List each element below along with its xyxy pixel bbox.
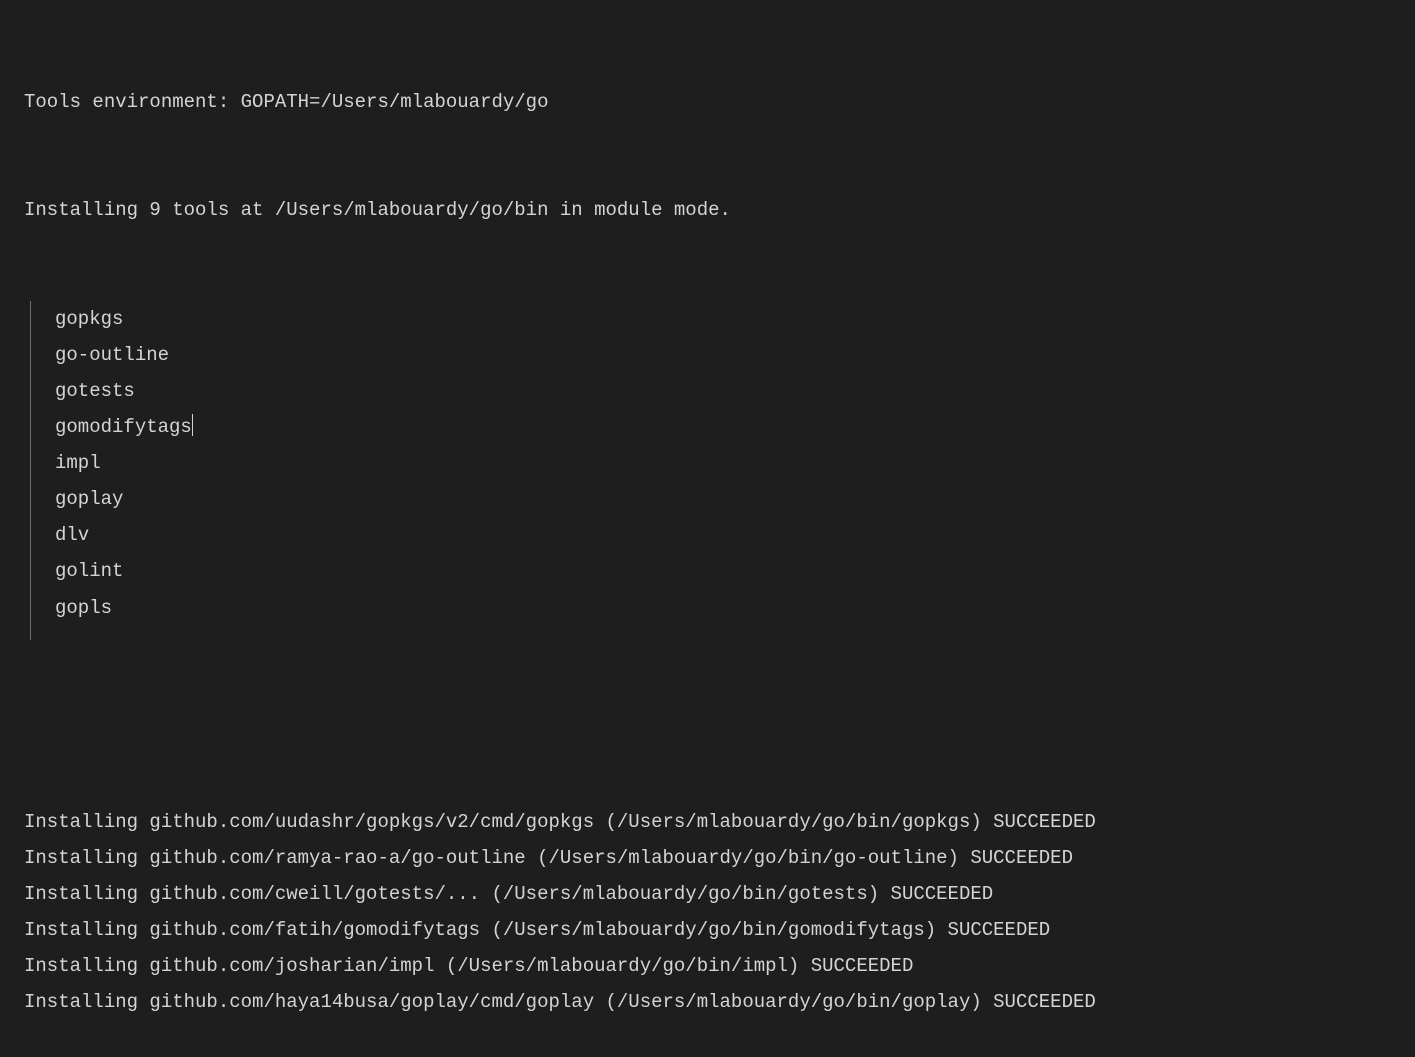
install-result-line: Installing github.com/josharian/impl (/U… xyxy=(24,948,1391,984)
install-result-line: Installing github.com/haya14busa/goplay/… xyxy=(24,984,1391,1020)
install-summary-line: Installing 9 tools at /Users/mlabouardy/… xyxy=(24,192,1391,228)
tool-item: gopls xyxy=(55,590,1391,626)
tool-item: dlv xyxy=(55,517,1391,553)
terminal-output: Tools environment: GOPATH=/Users/mlaboua… xyxy=(24,12,1391,1057)
env-line: Tools environment: GOPATH=/Users/mlaboua… xyxy=(24,84,1391,120)
install-result-line: Installing github.com/ramya-rao-a/go-out… xyxy=(24,840,1391,876)
tools-list: gopkgsgo-outlinegotestsgomodifytagsimplg… xyxy=(30,301,1391,640)
install-result-line: Installing github.com/uudashr/gopkgs/v2/… xyxy=(24,804,1391,840)
tool-item: goplay xyxy=(55,481,1391,517)
text-cursor xyxy=(192,414,193,436)
install-result-line: Installing github.com/fatih/gomodifytags… xyxy=(24,912,1391,948)
tool-item: golint xyxy=(55,553,1391,589)
install-results: Installing github.com/uudashr/gopkgs/v2/… xyxy=(24,804,1391,1021)
tool-item: gomodifytags xyxy=(55,409,1391,445)
install-result-line: Installing github.com/cweill/gotests/...… xyxy=(24,876,1391,912)
tool-item: gotests xyxy=(55,373,1391,409)
tool-item: impl xyxy=(55,445,1391,481)
tool-item: gopkgs xyxy=(55,301,1391,337)
spacer xyxy=(24,712,1391,732)
tool-item: go-outline xyxy=(55,337,1391,373)
